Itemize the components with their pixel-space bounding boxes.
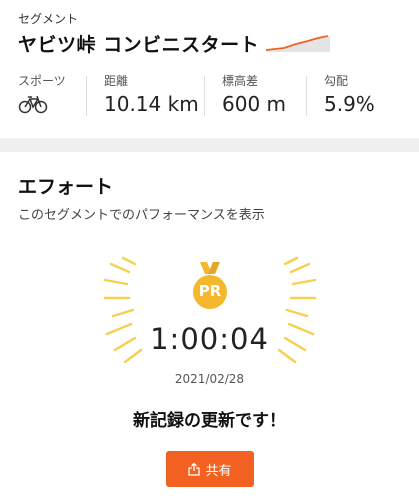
segment-stats: スポーツ 距離 10.14 km 標高差 600 m 勾配 5.9% [0,64,419,124]
stat-value-elevation: 600 m [222,92,287,116]
stat-label-distance: 距離 [104,74,129,88]
stat-label-sport: スポーツ [18,74,66,88]
segment-header-card: セグメント ヤビツ峠 コンビニスタート スポーツ 距離 10.14 km 標高差… [0,0,419,138]
share-button[interactable]: 共有 [166,451,254,487]
pr-message: 新記録の更新です！ [133,411,286,431]
stat-distance: 距離 10.14 km [104,64,200,124]
segment-label: セグメント [18,12,79,26]
effort-title: エフォート [18,176,114,198]
effort-subtitle: このセグメントでのパフォーマンスを表示 [18,208,265,223]
effort-date: 2021/02/28 [174,372,245,386]
effort-time: 1:00:04 [150,322,269,356]
stat-sport: スポーツ [18,64,84,124]
bicycle-icon [18,95,48,114]
stat-label-elevation: 標高差 [222,74,259,88]
stat-value-distance: 10.14 km [104,92,199,116]
stat-elevation: 標高差 600 m [222,64,302,124]
stat-divider [86,76,87,116]
elevation-profile-icon [266,35,330,52]
stat-divider [306,76,307,116]
segment-name: ヤビツ峠 コンビニスタート [18,34,260,56]
stat-grade: 勾配 5.9% [324,64,404,124]
share-icon [188,462,201,476]
share-button-label: 共有 [205,463,232,479]
stat-label-grade: 勾配 [324,74,349,88]
pr-badge-label: PR [198,282,222,300]
effort-card: エフォート このセグメントでのパフォーマンスを表示 PR 1:00:04 202 [0,152,419,500]
stat-value-grade: 5.9% [324,92,375,116]
stat-divider [204,76,205,116]
